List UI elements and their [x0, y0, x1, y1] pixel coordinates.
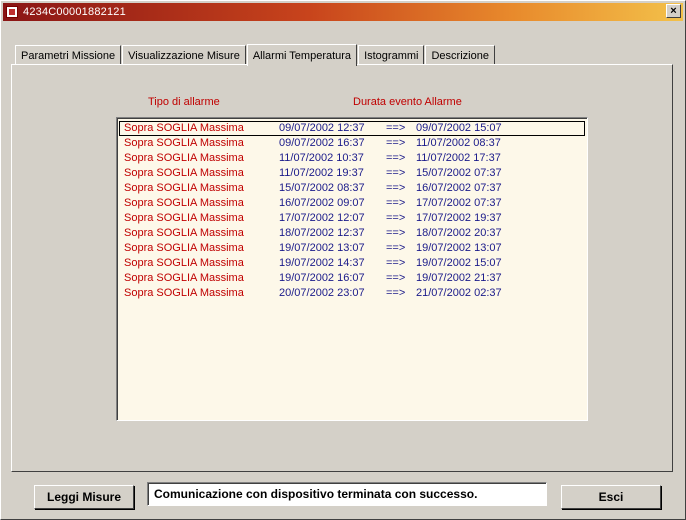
alarm-start: 19/07/2002 13:07: [279, 242, 365, 254]
column-header-type: Tipo di allarme: [148, 96, 220, 108]
tab-strip: Parametri Missione Visualizzazione Misur…: [15, 44, 496, 66]
read-measures-button[interactable]: Leggi Misure: [34, 485, 134, 509]
alarm-start: 15/07/2002 08:37: [279, 182, 365, 194]
alarm-end: 17/07/2002 19:37: [416, 212, 502, 224]
arrow-separator: ==>: [386, 182, 406, 194]
status-field: Comunicazione con dispositivo terminata …: [147, 482, 547, 506]
alarm-type: Sopra SOGLIA Massima: [124, 182, 244, 194]
alarm-start: 09/07/2002 12:37: [279, 122, 365, 134]
arrow-separator: ==>: [386, 287, 406, 299]
tab-allarmi-temperatura[interactable]: Allarmi Temperatura: [246, 44, 358, 66]
list-item[interactable]: Sopra SOGLIA Massima 16/07/2002 09:07 ==> 1…: [119, 196, 585, 211]
tab-descrizione[interactable]: Descrizione: [425, 45, 495, 65]
alarm-start: 20/07/2002 23:07: [279, 287, 365, 299]
tab-visualizzazione-misure[interactable]: Visualizzazione Misure: [122, 45, 246, 65]
alarm-end: 11/07/2002 17:37: [416, 152, 501, 164]
list-item[interactable]: Sopra SOGLIA Massima 19/07/2002 14:37 ==> 1…: [119, 256, 585, 271]
alarm-type: Sopra SOGLIA Massima: [124, 167, 244, 179]
list-item[interactable]: Sopra SOGLIA Massima 15/07/2002 08:37 ==> 1…: [119, 181, 585, 196]
alarm-end: 16/07/2002 07:37: [416, 182, 502, 194]
list-item[interactable]: Sopra SOGLIA Massima 20/07/2002 23:07 ==> 2…: [119, 286, 585, 301]
list-item[interactable]: Sopra SOGLIA Massima 19/07/2002 16:07 ==> 1…: [119, 271, 585, 286]
alarm-start: 19/07/2002 16:07: [279, 272, 365, 284]
arrow-separator: ==>: [386, 167, 406, 179]
alarm-start: 09/07/2002 16:37: [279, 137, 365, 149]
list-item[interactable]: Sopra SOGLIA Massima 11/07/2002 10:37 ==> 1…: [119, 151, 585, 166]
arrow-separator: ==>: [386, 212, 406, 224]
exit-button[interactable]: Esci: [561, 485, 661, 509]
tab-istogrammi[interactable]: Istogrammi: [358, 45, 425, 65]
alarm-start: 19/07/2002 14:37: [279, 257, 365, 269]
alarm-start: 16/07/2002 09:07: [279, 197, 365, 209]
alarm-end: 21/07/2002 02:37: [416, 287, 502, 299]
arrow-separator: ==>: [386, 152, 406, 164]
list-item[interactable]: Sopra SOGLIA Massima 09/07/2002 16:37 ==> 1…: [119, 136, 585, 151]
app-icon: [6, 6, 18, 18]
window-title: 4234C00001882121: [23, 6, 126, 18]
alarm-type: Sopra SOGLIA Massima: [124, 227, 244, 239]
close-button[interactable]: ×: [666, 4, 681, 18]
list-item[interactable]: Sopra SOGLIA Massima 18/07/2002 12:37 ==> 1…: [119, 226, 585, 241]
tab-parametri-missione[interactable]: Parametri Missione: [15, 45, 122, 65]
title-bar[interactable]: 4234C00001882121 ×: [3, 3, 683, 21]
alarm-start: 11/07/2002 19:37: [279, 167, 364, 179]
app-window: 4234C00001882121 × Parametri Missione Vi…: [0, 0, 686, 520]
alarm-type: Sopra SOGLIA Massima: [124, 287, 244, 299]
alarm-end: 17/07/2002 07:37: [416, 197, 502, 209]
arrow-separator: ==>: [386, 227, 406, 239]
alarm-start: 18/07/2002 12:37: [279, 227, 365, 239]
alarm-type: Sopra SOGLIA Massima: [124, 272, 244, 284]
alarm-list[interactable]: Sopra SOGLIA Massima 09/07/2002 12:37 ==> 0…: [116, 117, 588, 421]
alarm-type: Sopra SOGLIA Massima: [124, 212, 244, 224]
list-item[interactable]: Sopra SOGLIA Massima 17/07/2002 12:07 ==> 1…: [119, 211, 585, 226]
alarm-end: 11/07/2002 08:37: [416, 137, 501, 149]
alarm-type: Sopra SOGLIA Massima: [124, 122, 244, 134]
column-header-duration: Durata evento Allarme: [353, 96, 462, 108]
alarm-end: 19/07/2002 21:37: [416, 272, 502, 284]
list-item[interactable]: Sopra SOGLIA Massima 09/07/2002 12:37 ==> 0…: [119, 121, 585, 136]
alarm-start: 11/07/2002 10:37: [279, 152, 364, 164]
arrow-separator: ==>: [386, 137, 406, 149]
alarm-end: 18/07/2002 20:37: [416, 227, 502, 239]
arrow-separator: ==>: [386, 197, 406, 209]
alarm-type: Sopra SOGLIA Massima: [124, 257, 244, 269]
alarm-start: 17/07/2002 12:07: [279, 212, 365, 224]
alarm-type: Sopra SOGLIA Massima: [124, 242, 244, 254]
alarm-end: 19/07/2002 13:07: [416, 242, 502, 254]
alarm-end: 15/07/2002 07:37: [416, 167, 502, 179]
list-item[interactable]: Sopra SOGLIA Massima 19/07/2002 13:07 ==> 1…: [119, 241, 585, 256]
alarm-type: Sopra SOGLIA Massima: [124, 137, 244, 149]
arrow-separator: ==>: [386, 242, 406, 254]
alarm-type: Sopra SOGLIA Massima: [124, 152, 244, 164]
alarm-end: 09/07/2002 15:07: [416, 122, 502, 134]
arrow-separator: ==>: [386, 122, 406, 134]
arrow-separator: ==>: [386, 257, 406, 269]
arrow-separator: ==>: [386, 272, 406, 284]
list-item[interactable]: Sopra SOGLIA Massima 11/07/2002 19:37 ==> 1…: [119, 166, 585, 181]
alarm-type: Sopra SOGLIA Massima: [124, 197, 244, 209]
alarm-end: 19/07/2002 15:07: [416, 257, 502, 269]
